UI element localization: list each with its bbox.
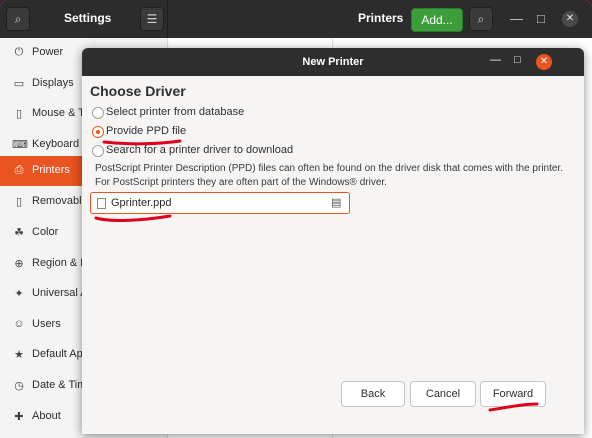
settings-title: Settings <box>64 11 112 25</box>
keyboard-icon: ⌨ <box>12 139 28 151</box>
ppd-file-name: Gprinter.ppd <box>111 197 172 209</box>
sidebar-item-label: Removable <box>32 195 88 207</box>
panel-title: Printers <box>358 11 404 25</box>
search-printers-icon[interactable]: ⌕ <box>469 7 493 31</box>
back-button[interactable]: Back <box>341 381 405 407</box>
option-label[interactable]: Select printer from database <box>106 106 244 118</box>
radio-button[interactable] <box>92 145 104 157</box>
minimize-icon[interactable]: — <box>510 11 523 26</box>
search-icon[interactable]: ⌕ <box>6 7 30 31</box>
settings-header-bar: ⌕ Settings ☰ Printers Add... ⌕ — □ ✕ <box>0 0 592 38</box>
power-icon: ⏻ <box>14 46 24 58</box>
accessibility-icon: ✦ <box>14 288 24 300</box>
option-label[interactable]: Provide PPD file <box>106 125 186 137</box>
display-icon: ▭ <box>13 78 25 90</box>
sidebar-item-label: Color <box>32 226 59 238</box>
about-icon: ✚ <box>14 411 24 423</box>
star-icon: ★ <box>14 349 24 361</box>
sidebar-item-label: Date & Tim <box>32 379 87 391</box>
close-icon[interactable]: ✕ <box>562 11 578 27</box>
sidebar-item-label: Default Ap <box>32 348 83 360</box>
new-printer-dialog: New Printer — □ ✕ Choose Driver Select p… <box>82 48 584 434</box>
printer-icon: ⎙ <box>14 164 24 176</box>
region-icon: ⊕ <box>14 258 24 270</box>
dialog-minimize-icon[interactable]: — <box>490 54 501 66</box>
forward-button[interactable]: Forward <box>480 381 546 407</box>
dialog-maximize-icon[interactable]: □ <box>514 54 521 66</box>
users-icon: ☺ <box>13 318 25 330</box>
option-label[interactable]: Search for a printer driver to download <box>106 144 293 156</box>
sidebar-item-label: Keyboard S <box>32 138 90 150</box>
open-file-icon[interactable]: ▤ <box>331 196 341 209</box>
sidebar-header: ⌕ Settings ☰ <box>0 0 168 38</box>
maximize-icon[interactable]: □ <box>537 11 545 26</box>
sidebar-item-label: Power <box>32 46 64 58</box>
add-printer-button[interactable]: Add... <box>411 8 463 32</box>
sidebar-item-label: Displays <box>32 77 74 89</box>
color-icon: ☘ <box>14 227 24 239</box>
cancel-button[interactable]: Cancel <box>410 381 476 407</box>
sidebar-item-label: Printers <box>32 164 70 176</box>
menu-icon[interactable]: ☰ <box>140 7 164 31</box>
dialog-header-bar: New Printer — □ ✕ <box>82 48 584 76</box>
radio-button-selected[interactable] <box>92 126 104 138</box>
dialog-close-icon[interactable]: ✕ <box>536 54 552 70</box>
radio-button[interactable] <box>92 107 104 119</box>
mouse-icon: ▯ <box>15 108 23 120</box>
removable-media-icon: ▯ <box>15 196 23 208</box>
ppd-file-chooser[interactable]: Gprinter.ppd ▤ <box>90 192 350 214</box>
sidebar-item-label: About <box>32 410 61 422</box>
document-icon <box>97 198 106 209</box>
choose-driver-heading: Choose Driver <box>90 83 186 99</box>
dialog-title: New Printer <box>302 56 364 68</box>
sidebar-item-label: Universal A <box>32 287 88 299</box>
sidebar-item-label: Users <box>32 318 61 330</box>
ppd-description: PostScript Printer Description (PPD) fil… <box>95 163 563 188</box>
clock-icon: ◷ <box>14 380 24 392</box>
